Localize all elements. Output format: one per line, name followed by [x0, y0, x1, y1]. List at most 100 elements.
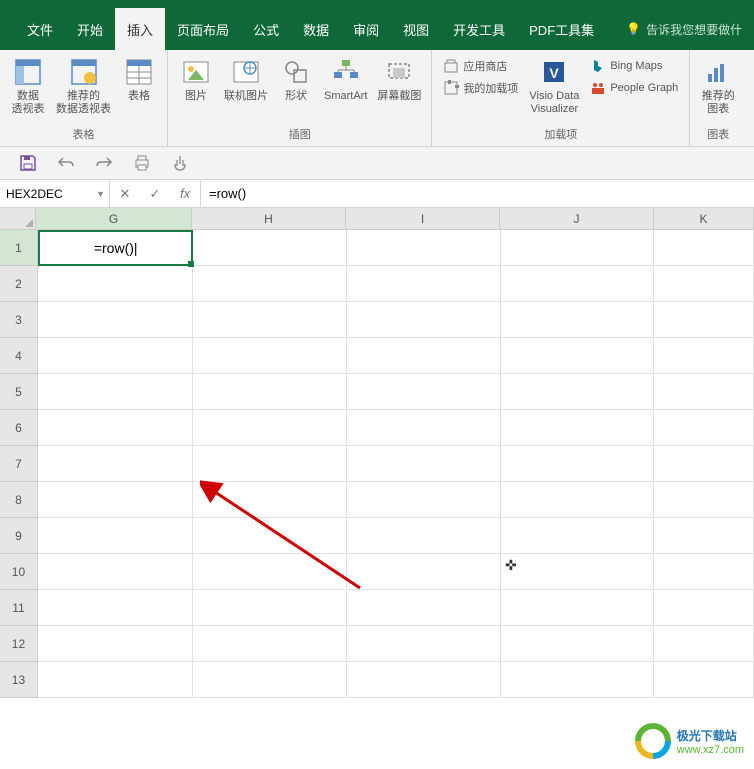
- row-header-1[interactable]: 1: [0, 230, 38, 266]
- cell-H8[interactable]: [193, 482, 347, 518]
- row-header-6[interactable]: 6: [0, 410, 38, 446]
- confirm-formula-button[interactable]: ✓: [140, 180, 170, 207]
- menu-developer[interactable]: 开发工具: [441, 8, 517, 50]
- people-graph-button[interactable]: People Graph: [587, 78, 681, 98]
- cell-J7[interactable]: [501, 446, 655, 482]
- column-header-H[interactable]: H: [192, 208, 346, 230]
- cell-H3[interactable]: [193, 302, 347, 338]
- cell-K2[interactable]: [654, 266, 754, 302]
- app-store-button[interactable]: 应用商店: [440, 56, 521, 76]
- menu-formulas[interactable]: 公式: [241, 8, 291, 50]
- menu-insert[interactable]: 插入: [115, 8, 165, 50]
- shapes-button[interactable]: 形状: [274, 54, 318, 105]
- menu-data[interactable]: 数据: [291, 8, 341, 50]
- row-header-11[interactable]: 11: [0, 590, 38, 626]
- smartart-button[interactable]: SmartArt: [320, 54, 371, 105]
- cell-G4[interactable]: [38, 338, 194, 374]
- my-addins-button[interactable]: 我的加载项: [440, 78, 521, 98]
- row-header-9[interactable]: 9: [0, 518, 38, 554]
- row-header-8[interactable]: 8: [0, 482, 38, 518]
- cell-I10[interactable]: [347, 554, 501, 590]
- cell-I5[interactable]: [347, 374, 501, 410]
- cancel-formula-button[interactable]: ✕: [110, 180, 140, 207]
- name-box[interactable]: HEX2DEC ▼: [0, 180, 110, 207]
- cell-K12[interactable]: [654, 626, 754, 662]
- cell-H9[interactable]: [193, 518, 347, 554]
- cell-K10[interactable]: [654, 554, 754, 590]
- row-header-4[interactable]: 4: [0, 338, 38, 374]
- recommended-pivot-button[interactable]: 推荐的 数据透视表: [52, 54, 115, 118]
- cell-K7[interactable]: [654, 446, 754, 482]
- cell-G10[interactable]: [38, 554, 194, 590]
- cell-J11[interactable]: [501, 590, 655, 626]
- cell-H5[interactable]: [193, 374, 347, 410]
- bing-maps-button[interactable]: Bing Maps: [587, 56, 681, 76]
- cell-G13[interactable]: [38, 662, 194, 698]
- cell-I2[interactable]: [347, 266, 501, 302]
- spreadsheet-grid[interactable]: GHIJK 1=row()|2345678910111213 ✜: [0, 208, 754, 698]
- online-pictures-button[interactable]: 联机图片: [220, 54, 272, 105]
- cell-H12[interactable]: [193, 626, 347, 662]
- cell-H2[interactable]: [193, 266, 347, 302]
- cell-I9[interactable]: [347, 518, 501, 554]
- cell-K4[interactable]: [654, 338, 754, 374]
- cell-H10[interactable]: [193, 554, 347, 590]
- insert-function-button[interactable]: fx: [170, 180, 200, 207]
- cell-G12[interactable]: [38, 626, 194, 662]
- touch-mode-button[interactable]: [170, 153, 190, 173]
- cell-J9[interactable]: [501, 518, 655, 554]
- cell-I6[interactable]: [347, 410, 501, 446]
- cell-G3[interactable]: [38, 302, 194, 338]
- cell-J2[interactable]: [501, 266, 655, 302]
- redo-button[interactable]: [94, 153, 114, 173]
- menu-home[interactable]: 开始: [65, 8, 115, 50]
- cell-J10[interactable]: [501, 554, 655, 590]
- cell-K6[interactable]: [654, 410, 754, 446]
- cell-G8[interactable]: [38, 482, 194, 518]
- cell-J8[interactable]: [501, 482, 655, 518]
- cell-I1[interactable]: [347, 230, 501, 266]
- cell-I13[interactable]: [347, 662, 501, 698]
- visio-button[interactable]: V Visio Data Visualizer: [525, 54, 583, 118]
- tell-me-search[interactable]: 💡 告诉我您想要做什: [626, 21, 742, 38]
- row-header-10[interactable]: 10: [0, 554, 38, 590]
- pivot-table-button[interactable]: 数据 透视表: [6, 54, 50, 118]
- cell-I12[interactable]: [347, 626, 501, 662]
- cell-K5[interactable]: [654, 374, 754, 410]
- row-header-2[interactable]: 2: [0, 266, 38, 302]
- menu-view[interactable]: 视图: [391, 8, 441, 50]
- cell-G5[interactable]: [38, 374, 194, 410]
- cell-I7[interactable]: [347, 446, 501, 482]
- cell-H11[interactable]: [193, 590, 347, 626]
- recommended-charts-button[interactable]: 推荐的 图表: [696, 54, 740, 118]
- cell-K8[interactable]: [654, 482, 754, 518]
- cell-K11[interactable]: [654, 590, 754, 626]
- menu-file[interactable]: 文件: [15, 8, 65, 50]
- row-header-7[interactable]: 7: [0, 446, 38, 482]
- cell-K9[interactable]: [654, 518, 754, 554]
- cell-G9[interactable]: [38, 518, 194, 554]
- row-header-3[interactable]: 3: [0, 302, 38, 338]
- cell-J5[interactable]: [501, 374, 655, 410]
- menu-page-layout[interactable]: 页面布局: [165, 8, 241, 50]
- cell-G7[interactable]: [38, 446, 194, 482]
- row-header-13[interactable]: 13: [0, 662, 38, 698]
- cell-G2[interactable]: [38, 266, 194, 302]
- screenshot-button[interactable]: 屏幕截图: [373, 54, 425, 105]
- pictures-button[interactable]: 图片: [174, 54, 218, 105]
- cell-H6[interactable]: [193, 410, 347, 446]
- formula-input[interactable]: =row(): [201, 180, 754, 207]
- column-header-G[interactable]: G: [36, 208, 192, 230]
- column-header-I[interactable]: I: [346, 208, 500, 230]
- cell-I11[interactable]: [347, 590, 501, 626]
- cell-J4[interactable]: [501, 338, 655, 374]
- cell-I8[interactable]: [347, 482, 501, 518]
- cell-K13[interactable]: [654, 662, 754, 698]
- cell-J1[interactable]: [501, 230, 655, 266]
- cell-H13[interactable]: [193, 662, 347, 698]
- cell-I4[interactable]: [347, 338, 501, 374]
- save-button[interactable]: [18, 153, 38, 173]
- menu-pdf-tools[interactable]: PDF工具集: [517, 8, 606, 50]
- cell-G6[interactable]: [38, 410, 194, 446]
- cell-J12[interactable]: [501, 626, 655, 662]
